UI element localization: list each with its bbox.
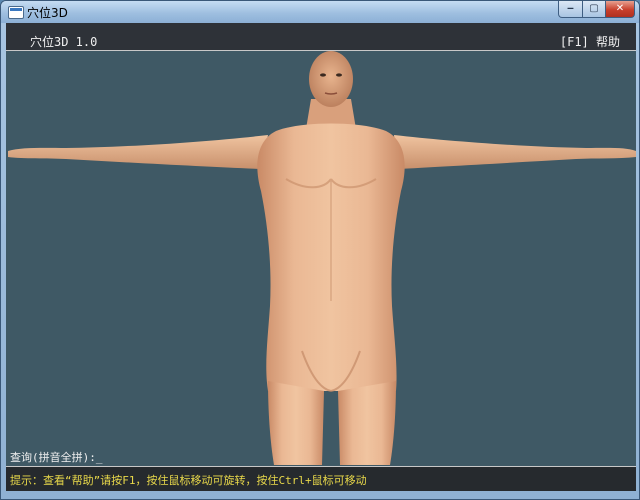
3d-viewport[interactable]: [6, 51, 636, 465]
help-shortcut[interactable]: [F1] 帮助: [560, 33, 620, 50]
right-arm[interactable]: [394, 135, 636, 169]
left-eye: [320, 73, 326, 77]
header-bar: 穴位3D 1.0 [F1] 帮助: [6, 23, 636, 51]
query-value[interactable]: _: [96, 451, 103, 464]
right-leg[interactable]: [338, 381, 396, 465]
app-icon[interactable]: [8, 6, 24, 19]
minimize-button[interactable]: ‒: [558, 1, 583, 18]
query-input[interactable]: 查询(拼音全拼):_: [10, 449, 103, 465]
close-button[interactable]: ✕: [605, 1, 635, 18]
query-label: 查询(拼音全拼):: [10, 451, 96, 464]
maximize-button[interactable]: ▢: [582, 1, 606, 18]
app-window: 穴位3D ‒ ▢ ✕ 穴位3D 1.0 [F1] 帮助 查询(拼音全拼):_ 提…: [0, 0, 640, 500]
app-version-label: 穴位3D 1.0: [30, 35, 98, 49]
left-arm[interactable]: [8, 135, 268, 169]
hint-text: 提示：查看“帮助”请按F1，按住鼠标移动可旋转，按住Ctrl+鼠标可移动: [10, 474, 367, 487]
title-bar[interactable]: 穴位3D ‒ ▢ ✕: [1, 1, 639, 23]
right-eye: [336, 73, 342, 77]
app-client-area: 穴位3D 1.0 [F1] 帮助 查询(拼音全拼):_ 提示：查看“帮助”请按F…: [6, 23, 636, 491]
head[interactable]: [309, 51, 353, 107]
status-bar: 提示：查看“帮助”请按F1，按住鼠标移动可旋转，按住Ctrl+鼠标可移动: [6, 466, 636, 491]
window-title: 穴位3D: [27, 6, 68, 20]
left-leg[interactable]: [268, 381, 324, 465]
body-model[interactable]: [6, 51, 636, 465]
